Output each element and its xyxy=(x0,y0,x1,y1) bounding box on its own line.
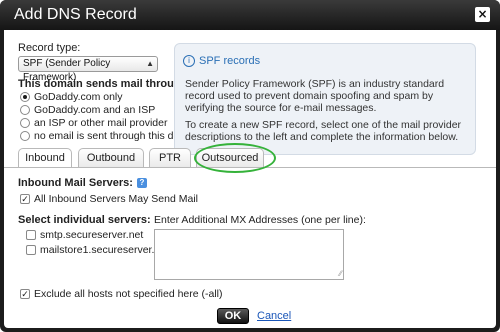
select-arrow-icon: ▲ xyxy=(146,59,154,68)
checkbox-label: smtp.secureserver.net xyxy=(40,229,144,241)
add-dns-record-dialog: Add DNS Record × Record type: SPF (Sende… xyxy=(0,0,500,332)
inbound-servers-text: Inbound Mail Servers: xyxy=(18,177,133,189)
spf-info-panel: i SPF records Sender Policy Framework (S… xyxy=(174,43,476,155)
all-inbound-servers-option[interactable]: ✓ All Inbound Servers May Send Mail xyxy=(20,193,198,205)
server-option-mailstore[interactable]: mailstore1.secureserver.net xyxy=(26,244,169,256)
checkbox-label: mailstore1.secureserver.net xyxy=(40,244,169,256)
radio-godaddy-only[interactable]: GoDaddy.com only xyxy=(20,91,123,103)
info-icon: i xyxy=(183,55,195,67)
resize-grip-icon[interactable]: ∕∕ xyxy=(339,270,342,278)
radio-isp-or-other[interactable]: an ISP or other mail provider xyxy=(20,117,167,129)
inbound-servers-label: Inbound Mail Servers:? xyxy=(18,177,147,189)
info-title: SPF records xyxy=(199,55,261,67)
tab-ptr[interactable]: PTR xyxy=(149,148,191,167)
tab-outbound[interactable]: Outbound xyxy=(78,148,144,167)
sends-mail-label: This domain sends mail through... xyxy=(18,78,197,90)
ok-button[interactable]: OK xyxy=(217,308,249,324)
title-bar[interactable]: Add DNS Record × xyxy=(0,0,500,30)
cancel-link[interactable]: Cancel xyxy=(257,310,291,322)
highlight-circle xyxy=(194,143,276,173)
radio-label: an ISP or other mail provider xyxy=(34,117,168,129)
mx-addresses-textarea[interactable]: ∕∕ xyxy=(154,229,344,280)
individual-servers-label: Select individual servers: xyxy=(18,214,151,226)
radio-button[interactable] xyxy=(20,131,30,141)
exclude-hosts-option[interactable]: ✓ Exclude all hosts not specified here (… xyxy=(20,288,223,300)
info-paragraph-1: Sender Policy Framework (SPF) is an indu… xyxy=(185,78,445,114)
checkbox[interactable] xyxy=(26,245,36,255)
dialog-body: Record type: SPF (Sender Policy Framewor… xyxy=(4,30,496,328)
radio-godaddy-and-isp[interactable]: GoDaddy.com and an ISP xyxy=(20,104,155,116)
radio-button[interactable] xyxy=(20,118,30,128)
radio-button[interactable] xyxy=(20,105,30,115)
record-type-select[interactable]: SPF (Sender Policy Framework) ▲ xyxy=(18,56,158,83)
dialog-title: Add DNS Record xyxy=(14,6,137,23)
help-icon[interactable]: ? xyxy=(136,178,147,189)
record-type-label: Record type: xyxy=(18,42,81,54)
checkbox[interactable]: ✓ xyxy=(20,289,30,299)
server-option-smtp[interactable]: smtp.secureserver.net xyxy=(26,229,143,241)
checkbox[interactable] xyxy=(26,230,36,240)
checkbox-label: All Inbound Servers May Send Mail xyxy=(34,193,198,205)
close-icon[interactable]: × xyxy=(475,7,490,22)
tab-inbound[interactable]: Inbound xyxy=(18,148,72,168)
radio-button[interactable] xyxy=(20,92,30,102)
checkbox[interactable]: ✓ xyxy=(20,194,30,204)
radio-label: GoDaddy.com and an ISP xyxy=(34,104,156,116)
mx-addresses-label: Enter Additional MX Addresses (one per l… xyxy=(154,214,366,226)
radio-label: GoDaddy.com only xyxy=(34,91,123,103)
checkbox-label: Exclude all hosts not specified here (-a… xyxy=(34,288,223,300)
info-paragraph-2: To create a new SPF record, select one o… xyxy=(185,119,462,143)
